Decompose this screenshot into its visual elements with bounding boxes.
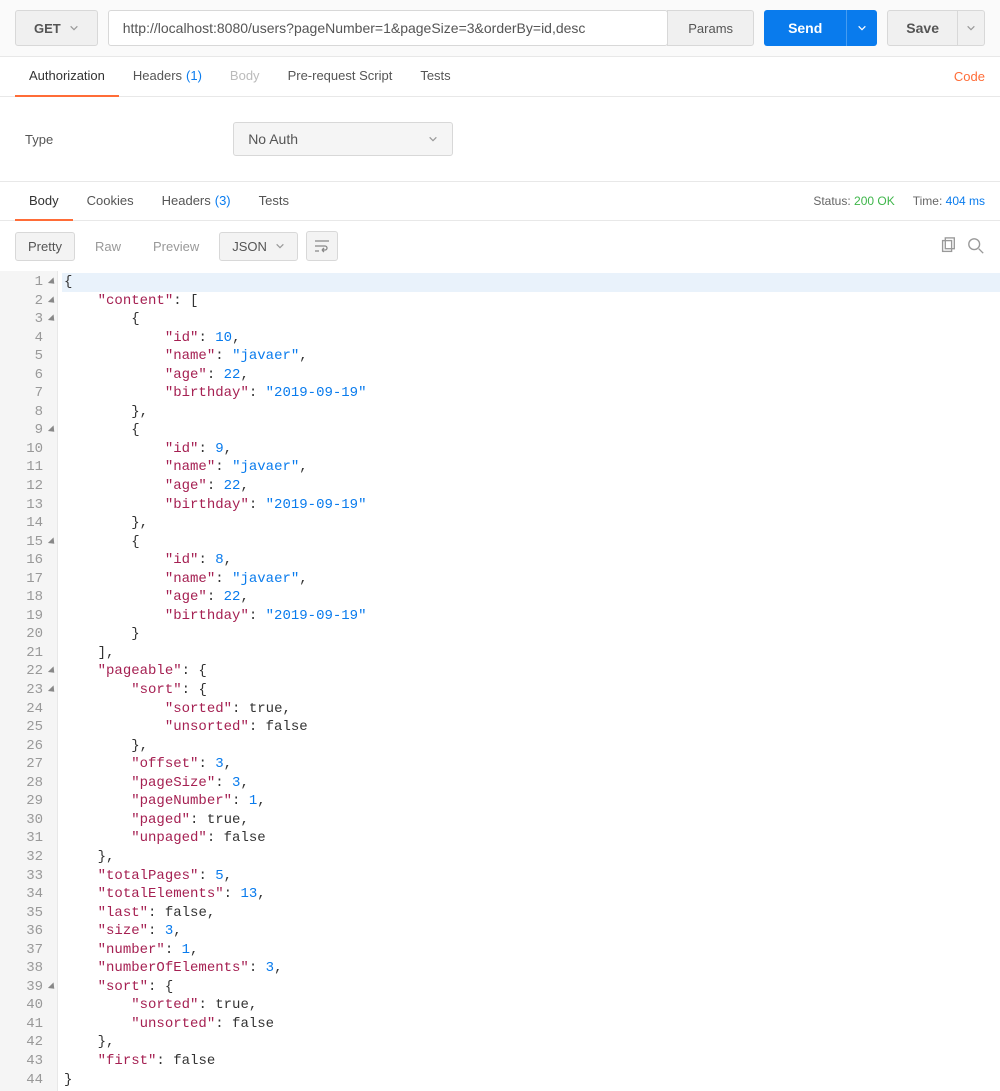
preview-button[interactable]: Preview: [141, 233, 211, 260]
chevron-down-icon: [69, 21, 79, 36]
raw-button[interactable]: Raw: [83, 233, 133, 260]
auth-type-label: Type: [25, 132, 53, 147]
headers-count: (1): [186, 68, 202, 83]
chevron-down-icon: [275, 239, 285, 254]
request-bar: GET Params Send Save: [0, 0, 1000, 57]
save-dropdown[interactable]: [958, 10, 985, 46]
response-tabs: Body Cookies Headers(3) Tests Status: 20…: [0, 181, 1000, 221]
tab-headers[interactable]: Headers(1): [119, 57, 216, 97]
copy-icon[interactable]: [939, 237, 957, 255]
code-content[interactable]: { "content": [ { "id": 10, "name": "java…: [58, 271, 1000, 1091]
time-label: Time:: [913, 194, 943, 208]
format-select[interactable]: JSON: [219, 232, 298, 261]
save-button[interactable]: Save: [887, 10, 958, 46]
search-icon[interactable]: [967, 237, 985, 255]
pretty-button[interactable]: Pretty: [15, 232, 75, 261]
tab-prerequest[interactable]: Pre-request Script: [274, 57, 407, 97]
time-value: 404 ms: [946, 194, 985, 208]
params-button[interactable]: Params: [667, 10, 754, 46]
chevron-down-icon: [857, 21, 867, 36]
response-body-viewer[interactable]: 1234567891011121314151617181920212223242…: [0, 271, 1000, 1091]
code-link[interactable]: Code: [954, 69, 985, 84]
http-method-label: GET: [34, 21, 61, 36]
chevron-down-icon: [966, 21, 976, 36]
chevron-down-icon: [428, 131, 438, 147]
wrap-icon: [314, 239, 330, 253]
send-dropdown[interactable]: [846, 10, 877, 46]
resp-tab-cookies[interactable]: Cookies: [73, 181, 148, 221]
wrap-button[interactable]: [306, 231, 338, 261]
resp-tab-headers[interactable]: Headers(3): [148, 181, 245, 221]
send-button[interactable]: Send: [764, 10, 846, 46]
resp-headers-count: (3): [215, 193, 231, 208]
format-label: JSON: [232, 239, 267, 254]
tab-tests[interactable]: Tests: [406, 57, 464, 97]
status-value: 200 OK: [854, 194, 895, 208]
body-toolbar: Pretty Raw Preview JSON: [0, 221, 1000, 271]
auth-type-select[interactable]: No Auth: [233, 122, 453, 156]
http-method-select[interactable]: GET: [15, 10, 98, 46]
resp-tab-tests[interactable]: Tests: [245, 181, 303, 221]
auth-type-value: No Auth: [248, 131, 298, 147]
request-tabs: Authorization Headers(1) Body Pre-reques…: [0, 57, 1000, 97]
line-gutter: 1234567891011121314151617181920212223242…: [0, 271, 58, 1091]
status-info: Status: 200 OK Time: 404 ms: [813, 194, 985, 208]
status-label: Status:: [813, 194, 850, 208]
url-input[interactable]: [108, 10, 669, 46]
tab-body[interactable]: Body: [216, 57, 274, 97]
auth-panel: Type No Auth: [0, 97, 1000, 181]
resp-tab-body[interactable]: Body: [15, 181, 73, 221]
tab-authorization[interactable]: Authorization: [15, 57, 119, 97]
